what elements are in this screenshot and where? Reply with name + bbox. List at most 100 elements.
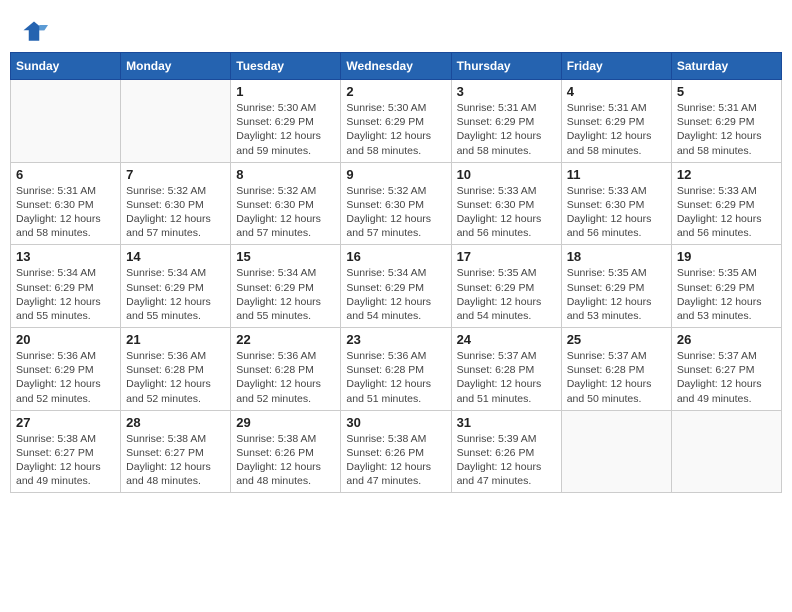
calendar-cell: 13 Sunrise: 5:34 AM Sunset: 6:29 PM Dayli… bbox=[11, 245, 121, 328]
calendar-cell: 7 Sunrise: 5:32 AM Sunset: 6:30 PM Daylig… bbox=[121, 162, 231, 245]
day-number: 24 bbox=[457, 332, 556, 347]
day-number: 17 bbox=[457, 249, 556, 264]
calendar-cell: 27 Sunrise: 5:38 AM Sunset: 6:27 PM Dayli… bbox=[11, 410, 121, 493]
day-info: Sunrise: 5:33 AM Sunset: 6:30 PM Dayligh… bbox=[567, 184, 666, 241]
day-info: Sunrise: 5:38 AM Sunset: 6:27 PM Dayligh… bbox=[16, 432, 115, 489]
calendar-week-row: 27 Sunrise: 5:38 AM Sunset: 6:27 PM Dayli… bbox=[11, 410, 782, 493]
day-info: Sunrise: 5:38 AM Sunset: 6:27 PM Dayligh… bbox=[126, 432, 225, 489]
day-info: Sunrise: 5:35 AM Sunset: 6:29 PM Dayligh… bbox=[567, 266, 666, 323]
day-number: 15 bbox=[236, 249, 335, 264]
day-number: 1 bbox=[236, 84, 335, 99]
day-info: Sunrise: 5:32 AM Sunset: 6:30 PM Dayligh… bbox=[236, 184, 335, 241]
day-number: 30 bbox=[346, 415, 445, 430]
calendar-cell bbox=[121, 80, 231, 163]
calendar-week-row: 1 Sunrise: 5:30 AM Sunset: 6:29 PM Daylig… bbox=[11, 80, 782, 163]
calendar-cell: 19 Sunrise: 5:35 AM Sunset: 6:29 PM Dayli… bbox=[671, 245, 781, 328]
logo bbox=[20, 18, 52, 46]
day-info: Sunrise: 5:31 AM Sunset: 6:29 PM Dayligh… bbox=[677, 101, 776, 158]
day-number: 21 bbox=[126, 332, 225, 347]
day-number: 7 bbox=[126, 167, 225, 182]
day-info: Sunrise: 5:36 AM Sunset: 6:28 PM Dayligh… bbox=[346, 349, 445, 406]
calendar-cell: 29Sunrise: 5:38 AM Sunset: 6:26 PM Dayli… bbox=[231, 410, 341, 493]
calendar-cell: 6 Sunrise: 5:31 AM Sunset: 6:30 PM Daylig… bbox=[11, 162, 121, 245]
day-info: Sunrise: 5:30 AM Sunset: 6:29 PM Dayligh… bbox=[236, 101, 335, 158]
calendar-week-row: 6 Sunrise: 5:31 AM Sunset: 6:30 PM Daylig… bbox=[11, 162, 782, 245]
calendar-cell: 4 Sunrise: 5:31 AM Sunset: 6:29 PM Daylig… bbox=[561, 80, 671, 163]
calendar-cell: 23 Sunrise: 5:36 AM Sunset: 6:28 PM Dayli… bbox=[341, 328, 451, 411]
day-number: 16 bbox=[346, 249, 445, 264]
logo-icon bbox=[20, 18, 48, 46]
calendar-cell bbox=[671, 410, 781, 493]
day-info: Sunrise: 5:33 AM Sunset: 6:30 PM Dayligh… bbox=[457, 184, 556, 241]
day-number: 8 bbox=[236, 167, 335, 182]
calendar-cell: 10 Sunrise: 5:33 AM Sunset: 6:30 PM Dayli… bbox=[451, 162, 561, 245]
day-info: Sunrise: 5:31 AM Sunset: 6:29 PM Dayligh… bbox=[457, 101, 556, 158]
day-info: Sunrise: 5:30 AM Sunset: 6:29 PM Dayligh… bbox=[346, 101, 445, 158]
weekday-header-thursday: Thursday bbox=[451, 53, 561, 80]
day-info: Sunrise: 5:38 AM Sunset: 6:26 PM Dayligh… bbox=[346, 432, 445, 489]
calendar-cell: 14Sunrise: 5:34 AM Sunset: 6:29 PM Dayli… bbox=[121, 245, 231, 328]
weekday-header-wednesday: Wednesday bbox=[341, 53, 451, 80]
calendar-cell: 20 Sunrise: 5:36 AM Sunset: 6:29 PM Dayli… bbox=[11, 328, 121, 411]
day-info: Sunrise: 5:34 AM Sunset: 6:29 PM Dayligh… bbox=[126, 266, 225, 323]
weekday-header-row: SundayMondayTuesdayWednesdayThursdayFrid… bbox=[11, 53, 782, 80]
calendar-cell bbox=[11, 80, 121, 163]
day-number: 18 bbox=[567, 249, 666, 264]
day-info: Sunrise: 5:31 AM Sunset: 6:30 PM Dayligh… bbox=[16, 184, 115, 241]
calendar-cell: 31 Sunrise: 5:39 AM Sunset: 6:26 PM Dayli… bbox=[451, 410, 561, 493]
calendar-week-row: 13 Sunrise: 5:34 AM Sunset: 6:29 PM Dayli… bbox=[11, 245, 782, 328]
calendar-cell: 22 Sunrise: 5:36 AM Sunset: 6:28 PM Dayli… bbox=[231, 328, 341, 411]
day-number: 25 bbox=[567, 332, 666, 347]
day-number: 11 bbox=[567, 167, 666, 182]
day-number: 6 bbox=[16, 167, 115, 182]
page-header bbox=[10, 10, 782, 52]
weekday-header-saturday: Saturday bbox=[671, 53, 781, 80]
day-number: 2 bbox=[346, 84, 445, 99]
day-info: Sunrise: 5:39 AM Sunset: 6:26 PM Dayligh… bbox=[457, 432, 556, 489]
calendar-cell: 9 Sunrise: 5:32 AM Sunset: 6:30 PM Daylig… bbox=[341, 162, 451, 245]
day-info: Sunrise: 5:31 AM Sunset: 6:29 PM Dayligh… bbox=[567, 101, 666, 158]
day-number: 28 bbox=[126, 415, 225, 430]
day-number: 5 bbox=[677, 84, 776, 99]
day-number: 26 bbox=[677, 332, 776, 347]
day-number: 13 bbox=[16, 249, 115, 264]
calendar-cell: 26 Sunrise: 5:37 AM Sunset: 6:27 PM Dayli… bbox=[671, 328, 781, 411]
day-number: 10 bbox=[457, 167, 556, 182]
day-number: 9 bbox=[346, 167, 445, 182]
day-info: Sunrise: 5:37 AM Sunset: 6:28 PM Dayligh… bbox=[567, 349, 666, 406]
day-number: 3 bbox=[457, 84, 556, 99]
day-info: Sunrise: 5:36 AM Sunset: 6:28 PM Dayligh… bbox=[236, 349, 335, 406]
day-info: Sunrise: 5:36 AM Sunset: 6:29 PM Dayligh… bbox=[16, 349, 115, 406]
calendar-cell: 11 Sunrise: 5:33 AM Sunset: 6:30 PM Dayli… bbox=[561, 162, 671, 245]
day-info: Sunrise: 5:37 AM Sunset: 6:27 PM Dayligh… bbox=[677, 349, 776, 406]
day-number: 4 bbox=[567, 84, 666, 99]
calendar-cell: 16 Sunrise: 5:34 AM Sunset: 6:29 PM Dayli… bbox=[341, 245, 451, 328]
day-info: Sunrise: 5:34 AM Sunset: 6:29 PM Dayligh… bbox=[346, 266, 445, 323]
day-info: Sunrise: 5:37 AM Sunset: 6:28 PM Dayligh… bbox=[457, 349, 556, 406]
weekday-header-friday: Friday bbox=[561, 53, 671, 80]
day-number: 22 bbox=[236, 332, 335, 347]
weekday-header-tuesday: Tuesday bbox=[231, 53, 341, 80]
day-number: 19 bbox=[677, 249, 776, 264]
calendar-cell: 17Sunrise: 5:35 AM Sunset: 6:29 PM Dayli… bbox=[451, 245, 561, 328]
day-info: Sunrise: 5:38 AM Sunset: 6:26 PM Dayligh… bbox=[236, 432, 335, 489]
calendar-cell: 18 Sunrise: 5:35 AM Sunset: 6:29 PM Dayli… bbox=[561, 245, 671, 328]
day-number: 31 bbox=[457, 415, 556, 430]
day-info: Sunrise: 5:34 AM Sunset: 6:29 PM Dayligh… bbox=[236, 266, 335, 323]
day-info: Sunrise: 5:32 AM Sunset: 6:30 PM Dayligh… bbox=[346, 184, 445, 241]
day-info: Sunrise: 5:34 AM Sunset: 6:29 PM Dayligh… bbox=[16, 266, 115, 323]
calendar-cell: 12Sunrise: 5:33 AM Sunset: 6:29 PM Dayli… bbox=[671, 162, 781, 245]
day-info: Sunrise: 5:35 AM Sunset: 6:29 PM Dayligh… bbox=[677, 266, 776, 323]
day-number: 27 bbox=[16, 415, 115, 430]
day-info: Sunrise: 5:32 AM Sunset: 6:30 PM Dayligh… bbox=[126, 184, 225, 241]
calendar-cell bbox=[561, 410, 671, 493]
calendar-cell: 28 Sunrise: 5:38 AM Sunset: 6:27 PM Dayli… bbox=[121, 410, 231, 493]
calendar-cell: 5 Sunrise: 5:31 AM Sunset: 6:29 PM Daylig… bbox=[671, 80, 781, 163]
calendar-table: SundayMondayTuesdayWednesdayThursdayFrid… bbox=[10, 52, 782, 493]
day-info: Sunrise: 5:36 AM Sunset: 6:28 PM Dayligh… bbox=[126, 349, 225, 406]
day-number: 20 bbox=[16, 332, 115, 347]
calendar-cell: 2 Sunrise: 5:30 AM Sunset: 6:29 PM Daylig… bbox=[341, 80, 451, 163]
weekday-header-monday: Monday bbox=[121, 53, 231, 80]
day-number: 23 bbox=[346, 332, 445, 347]
weekday-header-sunday: Sunday bbox=[11, 53, 121, 80]
